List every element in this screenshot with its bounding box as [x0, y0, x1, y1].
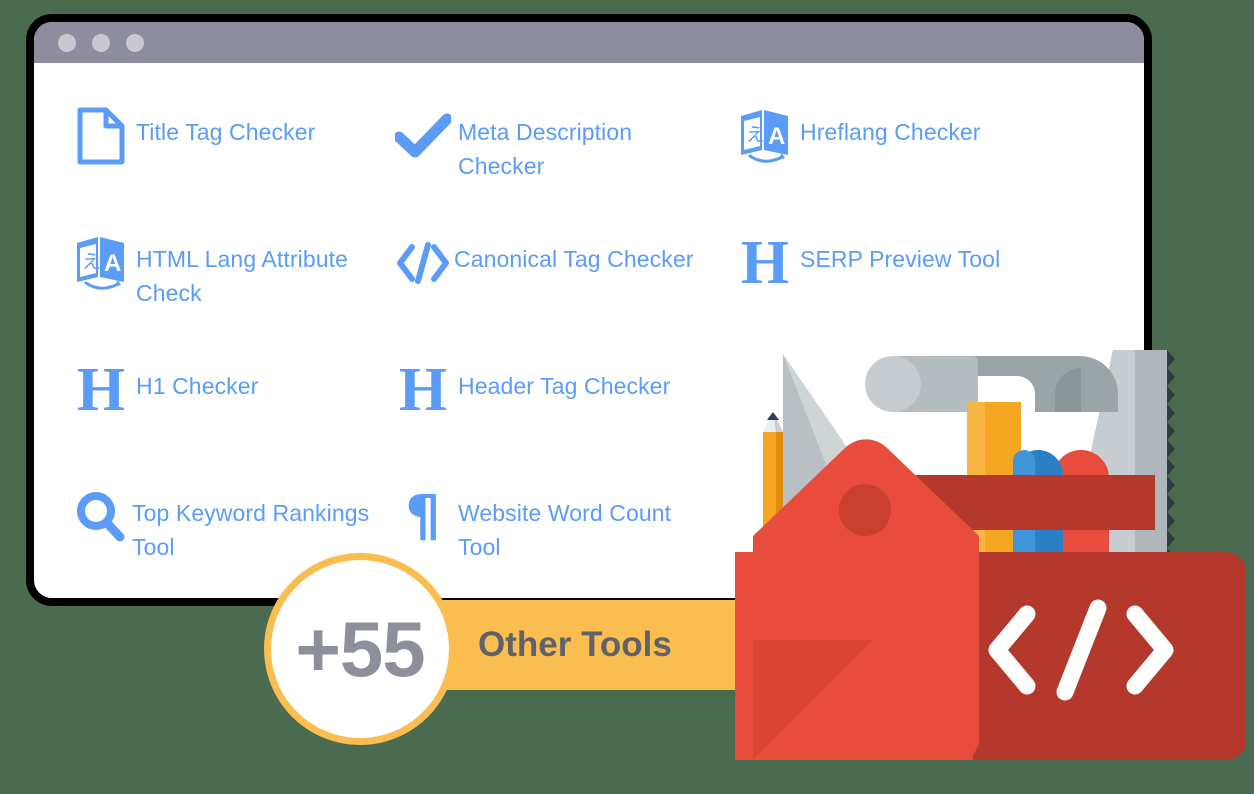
tool-count-badge[interactable]: +55 [264, 553, 456, 745]
heading-h-icon: H [398, 356, 448, 424]
tool-label: H1 Checker [136, 373, 259, 399]
tool-item-html-lang-attribute-check[interactable]: え A HTML Lang Attribute Check [34, 234, 394, 361]
tool-item-header-tag-checker[interactable]: H Header Tag Checker [394, 356, 736, 488]
window-dot-2[interactable] [92, 33, 110, 52]
tool-label: SERP Preview Tool [800, 246, 1001, 272]
svg-text:A: A [768, 123, 785, 150]
tool-label: Title Tag Checker [136, 119, 316, 145]
browser-titlebar [34, 22, 1144, 63]
translate-icon: え A [736, 107, 794, 165]
other-tools-label: Other Tools [478, 625, 672, 664]
page-root: Title Tag Checker Meta Description Check… [0, 0, 1254, 794]
code-icon [394, 234, 452, 292]
tool-item-hreflang-checker[interactable]: え A Hreflang Checker [736, 107, 1136, 234]
toolbox-illustration [735, 340, 1245, 760]
window-dot-1[interactable] [58, 33, 76, 52]
svg-text:え: え [82, 251, 101, 273]
window-dot-3[interactable] [126, 33, 144, 52]
heading-h-icon: H [76, 356, 126, 424]
svg-text:A: A [104, 250, 121, 277]
tool-label: Header Tag Checker [458, 373, 671, 399]
tool-label: Canonical Tag Checker [454, 246, 694, 272]
tool-label: Top Keyword Rankings Tool [132, 500, 370, 560]
checkmark-icon [394, 107, 452, 165]
tool-label: HTML Lang Attribute Check [136, 246, 348, 306]
tool-item-canonical-tag-checker[interactable]: Canonical Tag Checker [394, 234, 736, 361]
tool-item-title-tag-checker[interactable]: Title Tag Checker [34, 107, 394, 234]
tool-label: Hreflang Checker [800, 119, 981, 145]
tool-item-meta-description-checker[interactable]: Meta Description Checker [394, 107, 736, 234]
heading-h-icon: H [740, 229, 790, 297]
document-icon [72, 107, 130, 165]
search-icon [72, 488, 130, 546]
tool-item-website-word-count-tool[interactable]: ¶ Website Word Count Tool [394, 484, 736, 598]
tool-item-h1-checker[interactable]: H H1 Checker [34, 356, 394, 488]
translate-icon: え A [72, 234, 130, 292]
tool-row: Title Tag Checker Meta Description Check… [34, 107, 1144, 234]
tool-count-number: +55 [295, 605, 425, 693]
tool-label: Website Word Count Tool [458, 500, 672, 560]
tool-label: Meta Description Checker [458, 119, 633, 179]
svg-text:え: え [746, 124, 765, 146]
pilcrow-icon: ¶ [405, 484, 441, 549]
